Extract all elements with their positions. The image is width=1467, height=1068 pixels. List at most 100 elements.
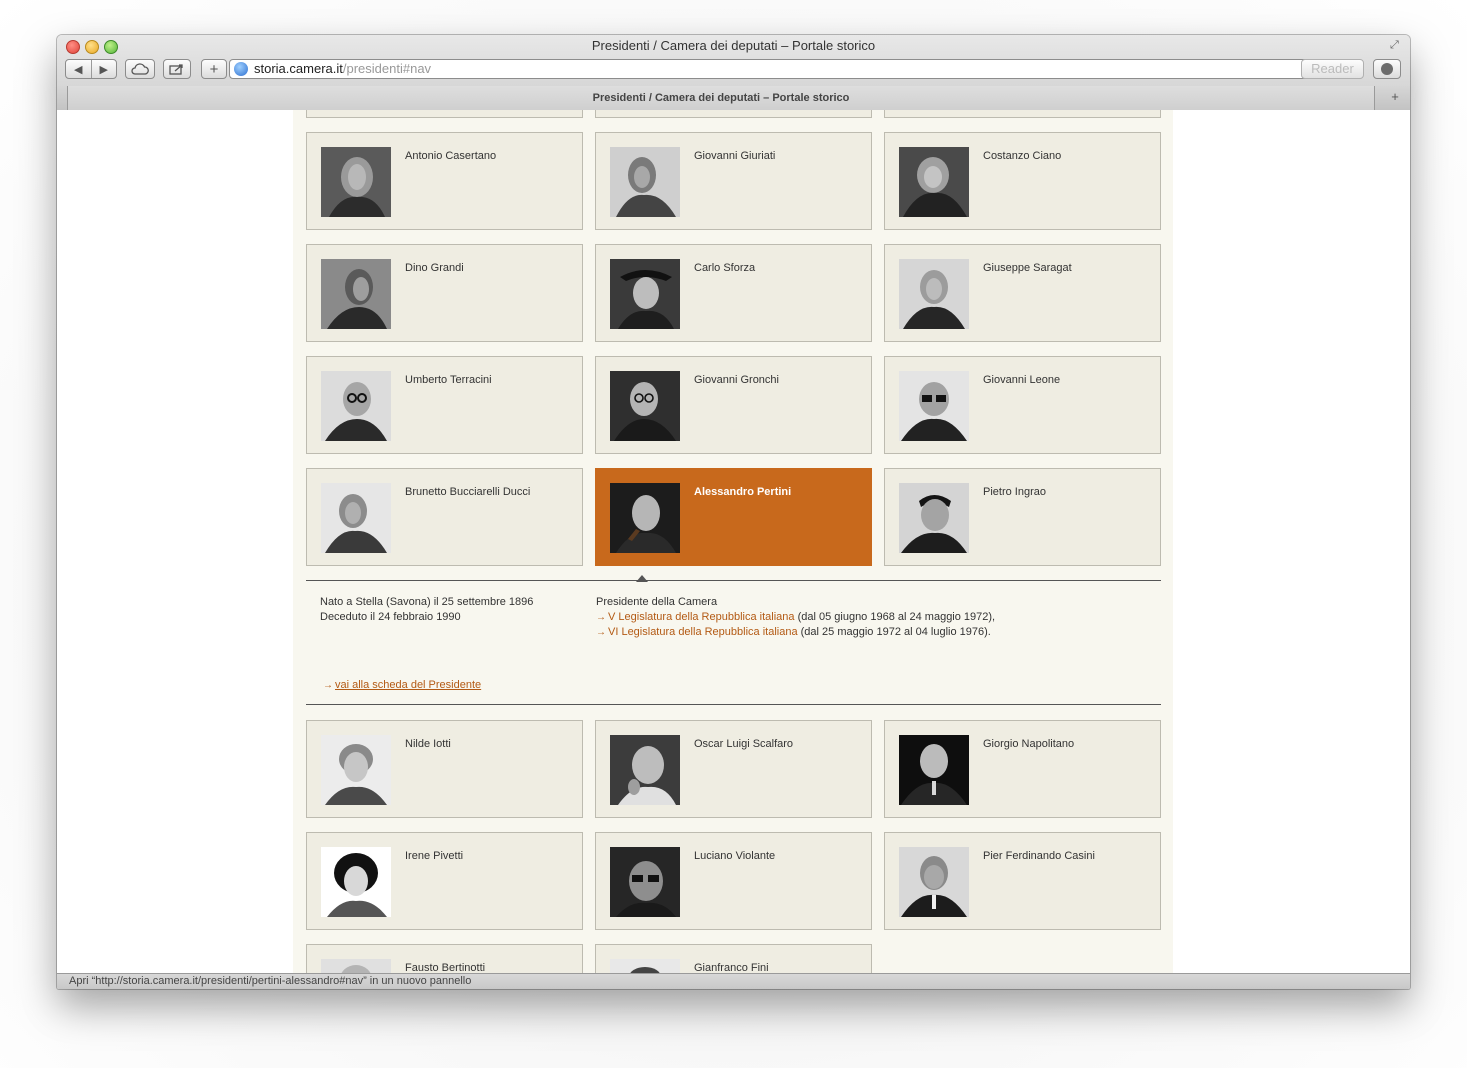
share-icon — [169, 64, 183, 75]
president-name: Costanzo Ciano — [983, 150, 1062, 162]
president-card-napolitano[interactable]: Giorgio Napolitano — [884, 720, 1161, 818]
portrait-photo — [610, 259, 680, 329]
arrow-right-icon: → — [596, 611, 606, 623]
cloud-icon — [131, 63, 149, 75]
add-bookmark-button[interactable]: + — [201, 59, 227, 79]
president-name: Antonio Casertano — [405, 150, 497, 162]
reader-button[interactable]: Reader — [1301, 59, 1364, 79]
president-card-bertinotti[interactable]: Fausto Bertinotti — [306, 944, 583, 973]
portrait-photo — [610, 371, 680, 441]
tab-presidenti[interactable]: Presidenti / Camera dei deputati – Porta… — [67, 86, 1375, 110]
url-text: storia.camera.it/presidenti#nav — [254, 60, 431, 78]
legislature-dates: (dal 05 giugno 1968 al 24 maggio 1972), — [797, 610, 996, 623]
president-name: Dino Grandi — [405, 262, 464, 274]
legislature-dates: (dal 25 maggio 1972 al 04 luglio 1976). — [800, 626, 991, 638]
president-card-giuriati[interactable]: Giovanni Giuriati — [595, 132, 872, 230]
legislature-row: → V Legislatura della Repubblica italiana… — [596, 610, 995, 626]
detail-bottom-divider — [306, 704, 1161, 705]
portrait-photo — [610, 847, 680, 917]
fullscreen-icon[interactable]: ⤢ — [1390, 39, 1402, 51]
browser-window: Presidenti / Camera dei deputati – Porta… — [57, 35, 1410, 989]
plus-icon: + — [209, 60, 219, 78]
icloud-tabs-button[interactable] — [125, 59, 155, 79]
president-card[interactable] — [595, 110, 872, 118]
president-name: Giovanni Leone — [983, 374, 1061, 386]
president-card-saragat[interactable]: Giuseppe Saragat — [884, 244, 1161, 342]
globe-icon — [234, 62, 248, 76]
portrait-photo — [899, 147, 969, 217]
president-card[interactable] — [306, 110, 583, 118]
download-icon — [1381, 63, 1393, 75]
url-path: /presidenti#nav — [342, 61, 432, 76]
president-card-sforza[interactable]: Carlo Sforza — [595, 244, 872, 342]
president-name: Carlo Sforza — [694, 262, 756, 274]
president-card-pivetti[interactable]: Irene Pivetti — [306, 832, 583, 930]
president-card-casertano[interactable]: Antonio Casertano — [306, 132, 583, 230]
portrait-photo — [321, 371, 391, 441]
url-host: storia.camera.it — [254, 61, 343, 76]
president-card-ciano[interactable]: Costanzo Ciano — [884, 132, 1161, 230]
portrait-photo — [321, 847, 391, 917]
portrait-photo — [899, 371, 969, 441]
president-name: Pietro Ingrao — [983, 486, 1046, 498]
status-bar: Apri “http://storia.camera.it/presidenti… — [57, 973, 1410, 989]
president-name: Nilde Iotti — [405, 738, 451, 750]
president-card-gronchi[interactable]: Giovanni Gronchi — [595, 356, 872, 454]
arrow-right-icon: → — [323, 680, 333, 691]
downloads-button[interactable] — [1373, 59, 1401, 79]
president-name: Irene Pivetti — [405, 850, 464, 862]
portrait-photo — [610, 959, 680, 973]
president-name: Giovanni Gronchi — [694, 374, 779, 386]
president-card-pertini-selected[interactable]: Alessandro Pertini — [595, 468, 872, 566]
president-name: Fausto Bertinotti — [405, 962, 486, 973]
president-card-terracini[interactable]: Umberto Terracini — [306, 356, 583, 454]
president-card-violante[interactable]: Luciano Violante — [595, 832, 872, 930]
legislature-row: → VI Legislatura della Repubblica italian… — [596, 625, 995, 641]
president-card[interactable] — [884, 110, 1161, 118]
president-card-iotti[interactable]: Nilde Iotti — [306, 720, 583, 818]
legislature-link-vi[interactable]: VI Legislatura della Repubblica italiana — [608, 626, 798, 638]
portrait-photo — [610, 147, 680, 217]
portrait-photo — [610, 735, 680, 805]
back-arrow-icon[interactable]: ◀ — [66, 63, 91, 76]
forward-arrow-icon[interactable]: ▶ — [92, 63, 117, 76]
share-button[interactable] — [163, 59, 191, 79]
president-name: Gianfranco Fini — [694, 962, 769, 973]
president-name: Luciano Violante — [694, 850, 776, 862]
back-forward-buttons: ◀ ▶ — [65, 59, 117, 79]
profile-link-row: → vai alla scheda del Presidente — [323, 678, 481, 694]
president-card-fini[interactable]: Gianfranco Fini — [595, 944, 872, 973]
arrow-right-icon: → — [596, 627, 606, 638]
portrait-photo — [899, 735, 969, 805]
president-name: Giorgio Napolitano — [983, 738, 1075, 750]
death-info: Deceduto il 24 febbraio 1990 — [320, 610, 461, 623]
president-card-ingrao[interactable]: Pietro Ingrao — [884, 468, 1161, 566]
portrait-photo — [321, 959, 391, 973]
president-name: Umberto Terracini — [405, 374, 492, 386]
president-card-scalfaro[interactable]: Oscar Luigi Scalfaro — [595, 720, 872, 818]
role-label: Presidente della Camera — [596, 596, 718, 608]
portrait-photo — [899, 847, 969, 917]
president-name: Oscar Luigi Scalfaro — [694, 738, 794, 750]
web-page: Antonio Casertano Giovanni Giuriati Cost… — [57, 110, 1410, 973]
address-bar[interactable]: storia.camera.it/presidenti#nav ↻ — [229, 59, 1363, 79]
selection-pointer — [636, 575, 648, 582]
role-info: Presidente della Camera → V Legislatura d… — [596, 595, 995, 641]
portrait-photo — [321, 735, 391, 805]
legislature-link-v[interactable]: V Legislatura della Repubblica italiana — [608, 611, 795, 623]
portrait-photo — [321, 483, 391, 553]
president-name: Giuseppe Saragat — [983, 262, 1072, 274]
tab-bar: Presidenti / Camera dei deputati – Porta… — [57, 86, 1410, 110]
window-title: Presidenti / Camera dei deputati – Porta… — [591, 38, 876, 53]
new-tab-icon[interactable]: + — [1387, 88, 1403, 106]
president-name: Brunetto Bucciarelli Ducci — [405, 486, 531, 498]
profile-link[interactable]: vai alla scheda del Presidente — [335, 679, 481, 691]
birth-info: Nato a Stella (Savona) il 25 settembre 1… — [320, 596, 534, 608]
president-card-casini[interactable]: Pier Ferdinando Casini — [884, 832, 1161, 930]
president-name: Giovanni Giuriati — [694, 150, 776, 162]
president-card-bucciarelli-ducci[interactable]: Brunetto Bucciarelli Ducci — [306, 468, 583, 566]
detail-top-divider — [306, 580, 1161, 581]
president-card-leone[interactable]: Giovanni Leone — [884, 356, 1161, 454]
portrait-photo — [321, 259, 391, 329]
president-card-grandi[interactable]: Dino Grandi — [306, 244, 583, 342]
